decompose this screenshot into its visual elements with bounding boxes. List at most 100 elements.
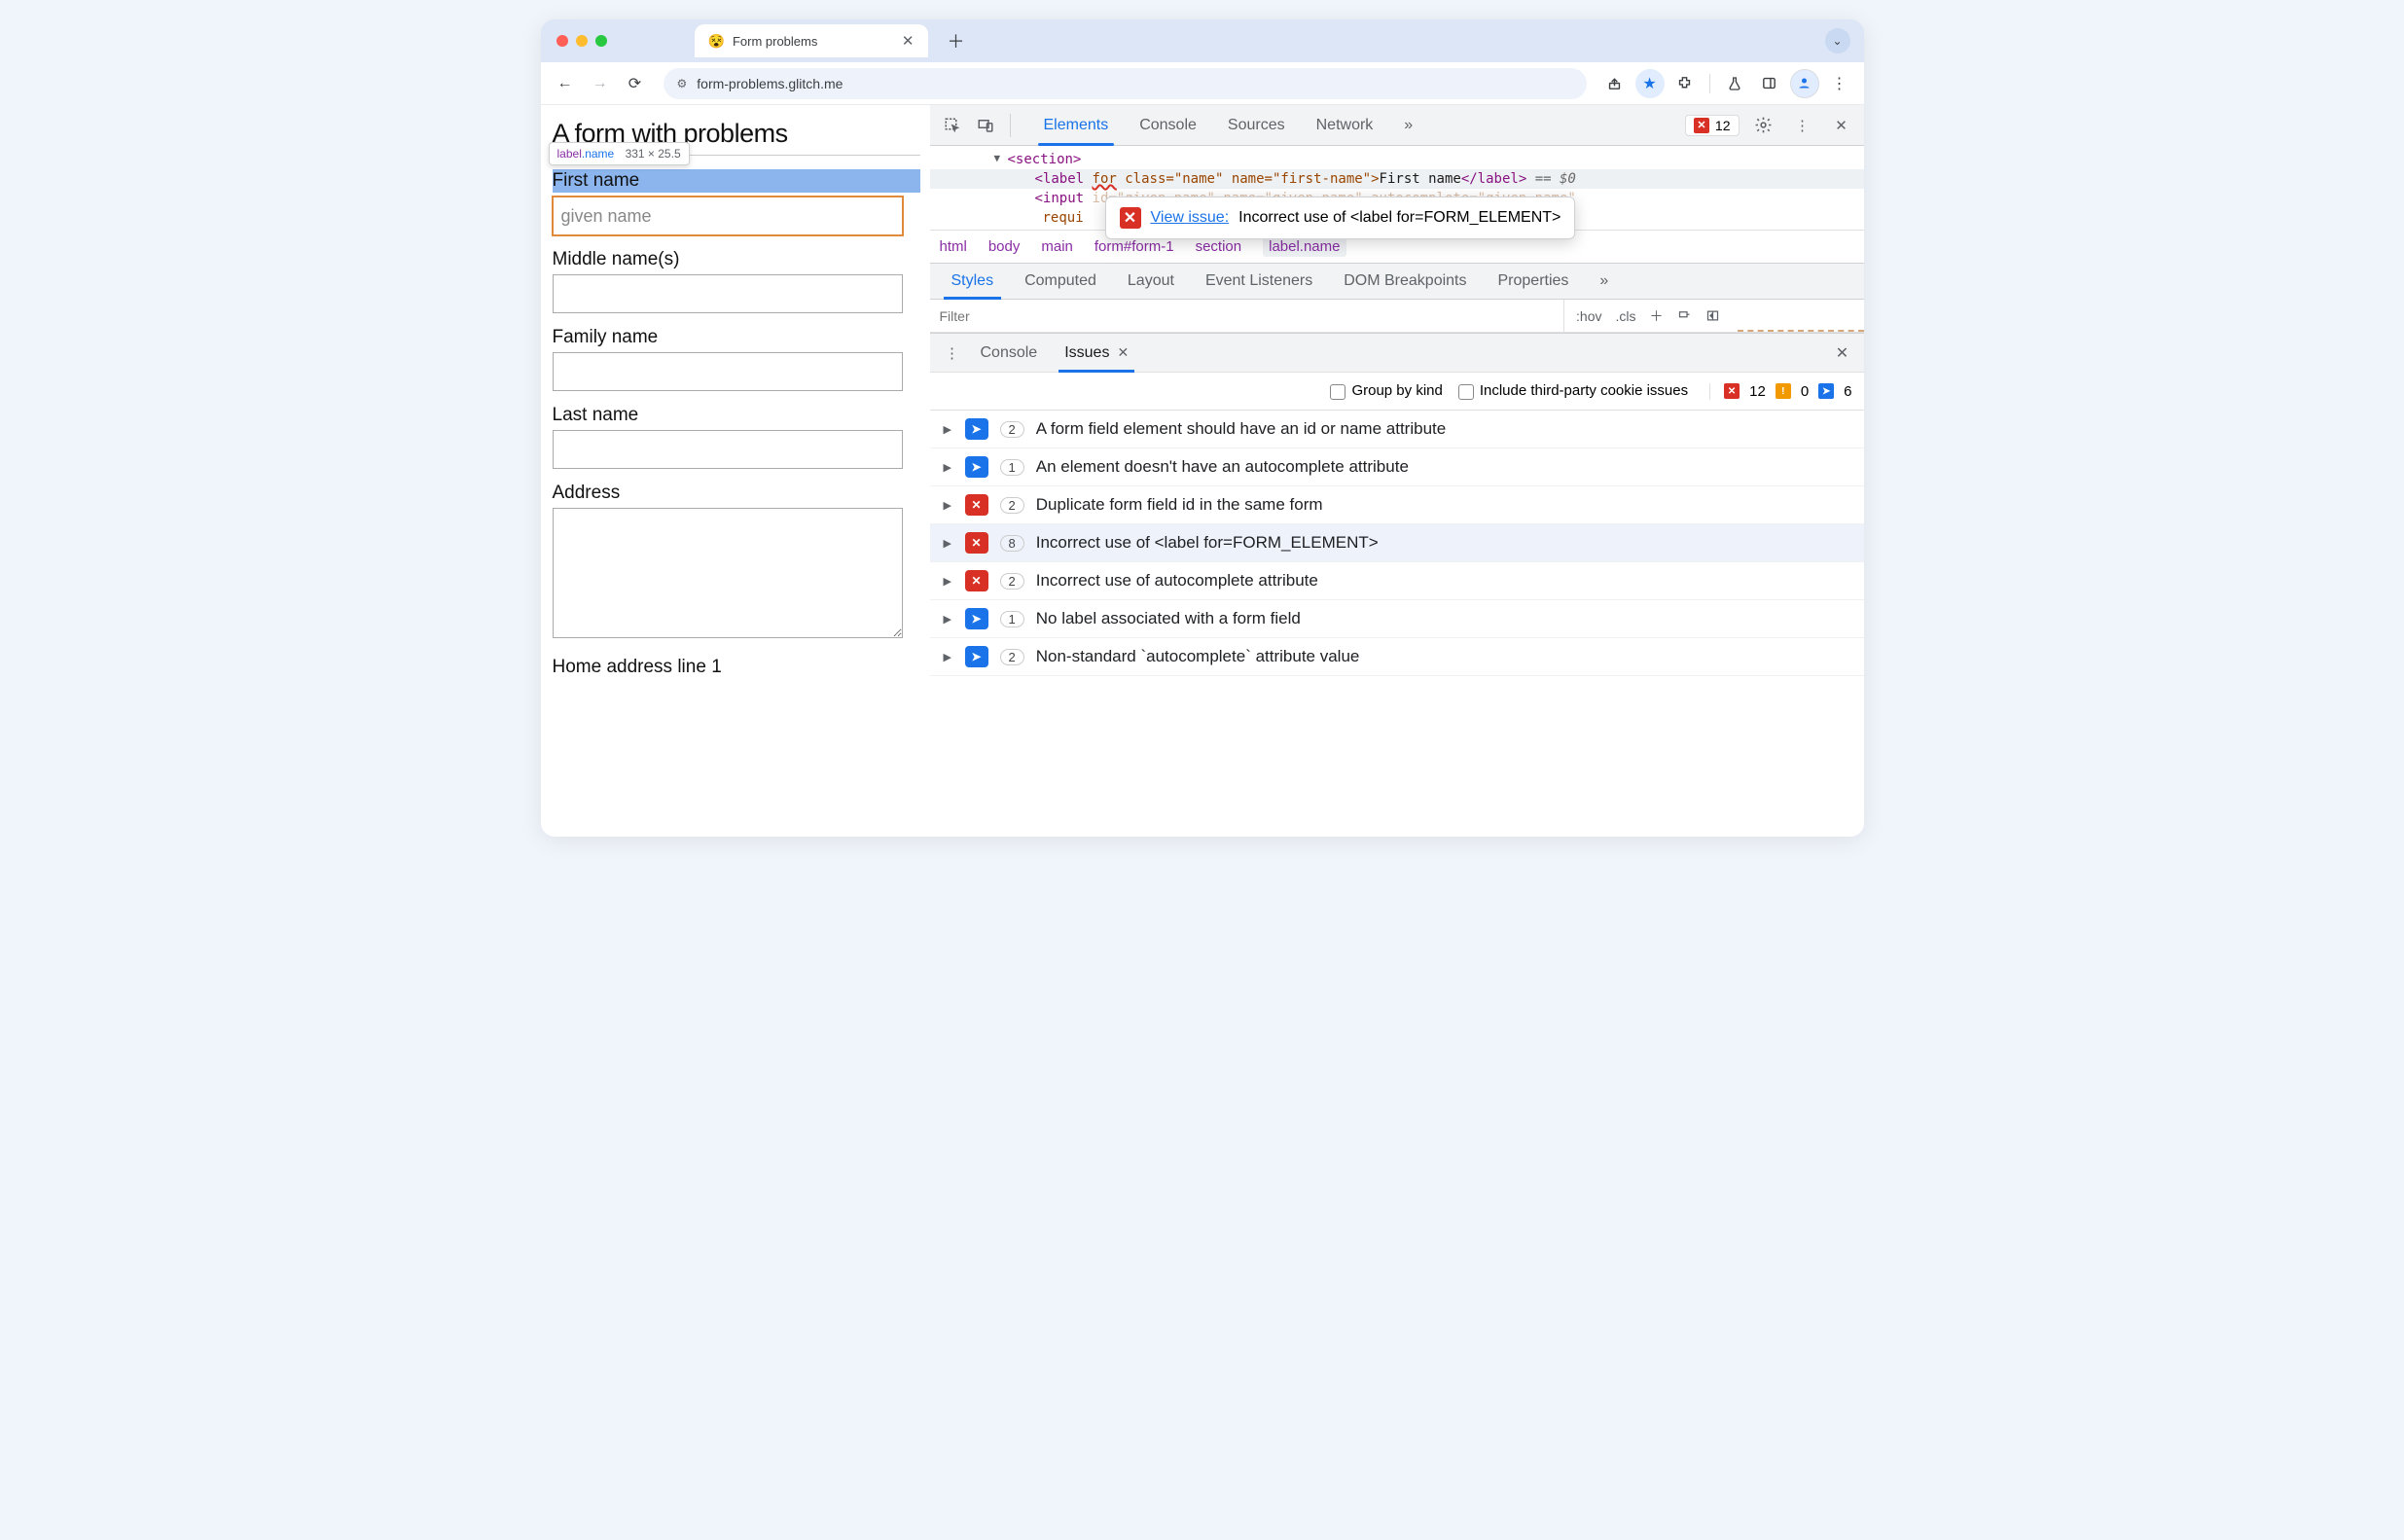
- inspect-icon[interactable]: [938, 111, 967, 140]
- breadcrumb-item[interactable]: body: [988, 238, 1021, 255]
- drawer-tab-issues[interactable]: Issues✕: [1051, 334, 1142, 372]
- issue-count: 1: [1000, 459, 1024, 476]
- issue-count: 2: [1000, 573, 1024, 590]
- issue-row[interactable]: ▶➤1No label associated with a form field: [930, 600, 1864, 638]
- bookmark-button[interactable]: ★: [1635, 69, 1665, 98]
- box-model-dash: [1738, 300, 1864, 332]
- maximize-window-icon[interactable]: [595, 35, 607, 47]
- label-first-name: First name: [553, 169, 920, 193]
- styles-filter-row: :hov .cls ＋: [930, 300, 1864, 333]
- breadcrumb-item[interactable]: form#form-1: [1094, 238, 1174, 255]
- expand-icon[interactable]: ▼: [994, 152, 1001, 164]
- breadcrumb-item-current[interactable]: label.name: [1263, 236, 1346, 257]
- tab-elements[interactable]: Elements: [1028, 105, 1125, 145]
- label-home-address-1: Home address line 1: [553, 657, 920, 678]
- issues-list: ▶➤2A form field element should have an i…: [930, 411, 1864, 837]
- issue-row[interactable]: ▶➤2A form field element should have an i…: [930, 411, 1864, 448]
- titlebar: 😵 Form problems ✕ ＋ ⌄: [541, 19, 1864, 62]
- tabs-overflow-button[interactable]: ⌄: [1825, 28, 1850, 54]
- tab-dom-breakpoints[interactable]: DOM Breakpoints: [1328, 264, 1482, 299]
- tab-properties[interactable]: Properties: [1483, 264, 1585, 299]
- error-count-badge[interactable]: ✕ 12: [1685, 115, 1740, 136]
- tab-close-icon[interactable]: ✕: [902, 32, 915, 50]
- forward-button[interactable]: →: [586, 69, 615, 98]
- menu-button[interactable]: ⋮: [1825, 69, 1854, 98]
- tab-network[interactable]: Network: [1301, 105, 1389, 145]
- styles-overflow-icon[interactable]: »: [1584, 264, 1624, 299]
- new-style-icon[interactable]: ＋: [1650, 306, 1664, 326]
- browser-tab[interactable]: 😵 Form problems ✕: [695, 24, 928, 57]
- inspect-tooltip: label.name 331 × 25.5: [549, 142, 690, 165]
- view-issue-link[interactable]: View issue:: [1151, 209, 1230, 227]
- tab-layout[interactable]: Layout: [1112, 264, 1190, 299]
- error-bubble-icon: ✕: [965, 494, 988, 516]
- info-icon: ➤: [1818, 383, 1834, 399]
- expand-icon[interactable]: ▶: [944, 575, 953, 588]
- settings-icon[interactable]: [1749, 111, 1778, 140]
- device-toggle-icon[interactable]: [971, 111, 1000, 140]
- browser-toolbar: ← → ⟳ ⚙ form-problems.glitch.me ★ ⋮: [541, 62, 1864, 105]
- input-family-name[interactable]: [553, 352, 903, 391]
- issue-count: 8: [1000, 535, 1024, 552]
- tab-styles[interactable]: Styles: [936, 264, 1010, 299]
- issue-row[interactable]: ▶✕8Incorrect use of <label for=FORM_ELEM…: [930, 524, 1864, 562]
- expand-icon[interactable]: ▶: [944, 537, 953, 550]
- input-first-name[interactable]: [553, 197, 903, 235]
- expand-icon[interactable]: ▶: [944, 613, 953, 626]
- tabs-overflow-icon[interactable]: »: [1388, 105, 1428, 145]
- share-button[interactable]: [1600, 69, 1630, 98]
- site-settings-icon[interactable]: ⚙: [677, 77, 688, 90]
- group-by-kind-checkbox[interactable]: Group by kind: [1330, 382, 1442, 399]
- input-middle-name[interactable]: [553, 274, 903, 313]
- issue-row[interactable]: ▶✕2Duplicate form field id in the same f…: [930, 486, 1864, 524]
- third-party-checkbox[interactable]: Include third-party cookie issues: [1458, 382, 1688, 399]
- address-bar[interactable]: ⚙ form-problems.glitch.me: [664, 68, 1587, 99]
- breadcrumb-item[interactable]: main: [1041, 238, 1073, 255]
- issue-row[interactable]: ▶➤2Non-standard `autocomplete` attribute…: [930, 638, 1864, 676]
- input-address[interactable]: [553, 508, 903, 638]
- extensions-button[interactable]: [1670, 69, 1700, 98]
- tab-computed[interactable]: Computed: [1009, 264, 1112, 299]
- close-tab-icon[interactable]: ✕: [1117, 344, 1129, 361]
- issue-count: 2: [1000, 497, 1024, 514]
- close-drawer-icon[interactable]: ✕: [1829, 343, 1856, 363]
- more-icon[interactable]: ⋮: [1788, 111, 1817, 140]
- sidepanel-button[interactable]: [1755, 69, 1784, 98]
- profile-button[interactable]: [1790, 69, 1819, 98]
- expand-icon[interactable]: ▶: [944, 651, 953, 663]
- drawer-menu-icon[interactable]: ⋮: [938, 339, 967, 368]
- close-devtools-icon[interactable]: ✕: [1827, 111, 1856, 140]
- dom-row-selected[interactable]: <label for class="name" name="first-name…: [930, 169, 1864, 189]
- expand-icon[interactable]: ▶: [944, 499, 953, 512]
- tab-console[interactable]: Console: [1124, 105, 1212, 145]
- dom-tree[interactable]: ⋯ ▼ <section> <label for class="name" na…: [930, 146, 1864, 230]
- input-last-name[interactable]: [553, 430, 903, 469]
- reload-button[interactable]: ⟳: [621, 69, 650, 98]
- new-tab-button[interactable]: ＋: [942, 26, 971, 55]
- error-icon: ✕: [1724, 383, 1740, 399]
- toggle-panel-icon[interactable]: [1705, 308, 1720, 323]
- tab-event-listeners[interactable]: Event Listeners: [1190, 264, 1328, 299]
- cls-toggle[interactable]: .cls: [1616, 308, 1636, 324]
- expand-icon[interactable]: ▶: [944, 461, 953, 474]
- issue-row[interactable]: ▶✕2Incorrect use of autocomplete attribu…: [930, 562, 1864, 600]
- issue-text: An element doesn't have an autocomplete …: [1036, 457, 1409, 477]
- styles-filter-tools: :hov .cls ＋: [1563, 300, 1731, 332]
- breadcrumb-item[interactable]: html: [940, 238, 967, 255]
- hov-toggle[interactable]: :hov: [1576, 308, 1601, 324]
- close-window-icon[interactable]: [556, 35, 568, 47]
- issue-popover: ✕ View issue: Incorrect use of <label fo…: [1105, 197, 1576, 239]
- dom-row[interactable]: ▼ <section>: [930, 150, 1864, 169]
- error-bubble-icon: ✕: [965, 532, 988, 554]
- minimize-window-icon[interactable]: [576, 35, 588, 47]
- tab-sources[interactable]: Sources: [1212, 105, 1301, 145]
- error-icon: ✕: [1694, 118, 1709, 133]
- drawer-tab-console[interactable]: Console: [967, 334, 1052, 372]
- breadcrumb-item[interactable]: section: [1196, 238, 1242, 255]
- issue-row[interactable]: ▶➤1An element doesn't have an autocomple…: [930, 448, 1864, 486]
- expand-icon[interactable]: ▶: [944, 423, 953, 436]
- styles-filter-input[interactable]: [930, 308, 1564, 324]
- labs-button[interactable]: [1720, 69, 1749, 98]
- back-button[interactable]: ←: [551, 69, 580, 98]
- paint-flashing-icon[interactable]: [1677, 308, 1692, 323]
